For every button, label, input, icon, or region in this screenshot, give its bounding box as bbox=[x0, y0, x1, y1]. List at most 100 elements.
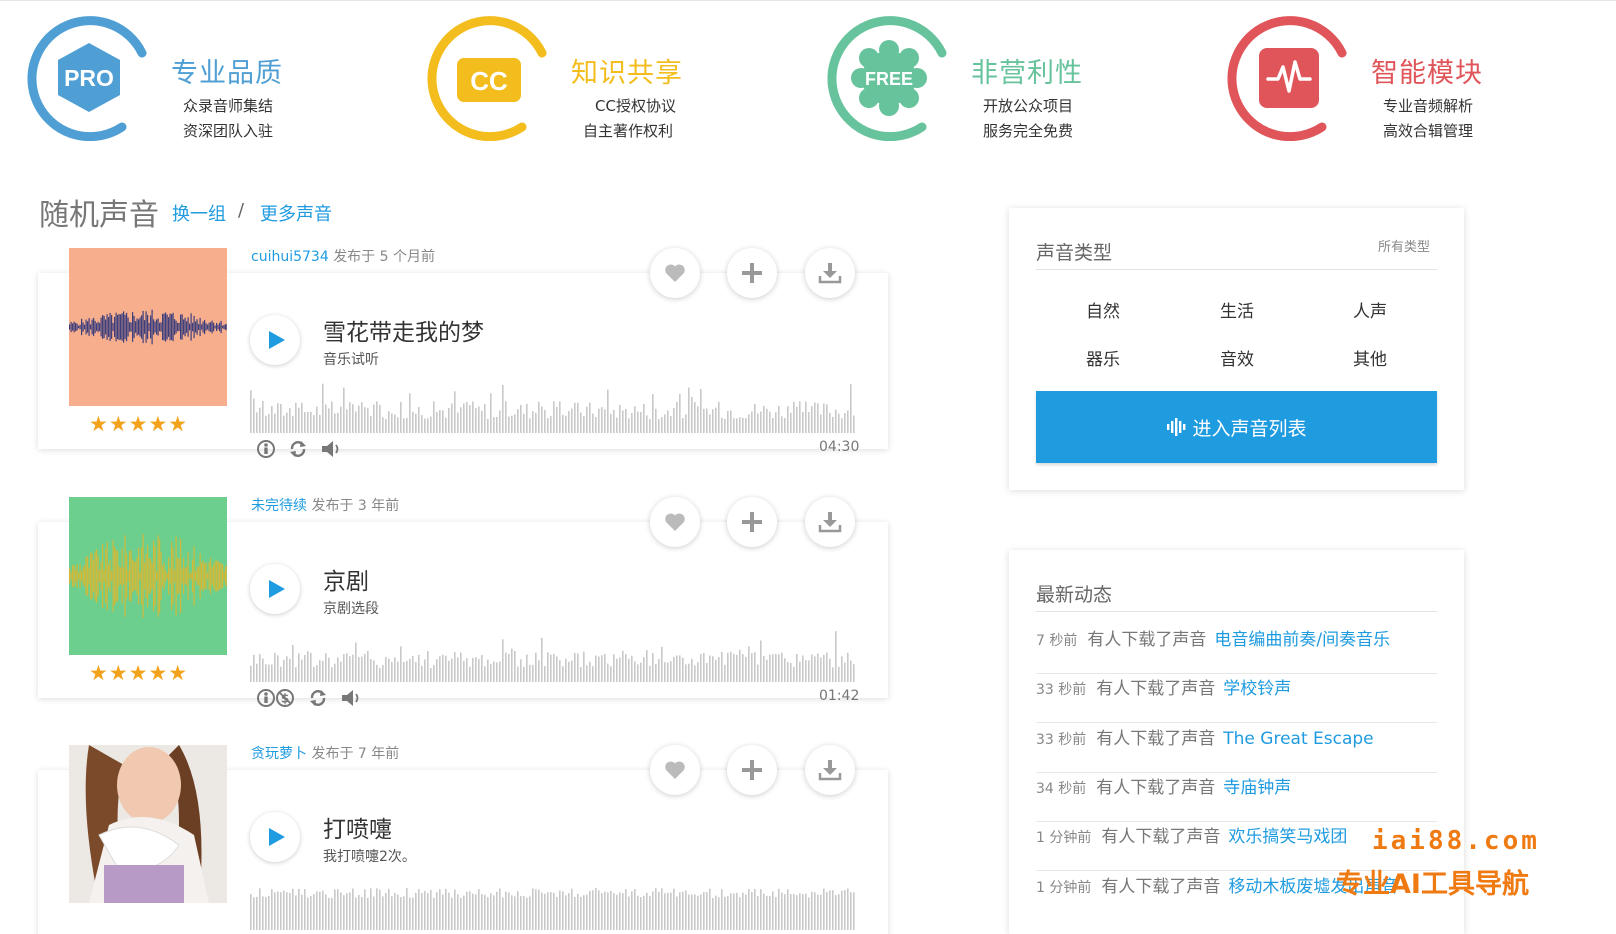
type-sfx[interactable]: 音效 bbox=[1187, 345, 1287, 370]
more-sounds-link[interactable]: 更多声音 bbox=[260, 200, 332, 226]
activity-sound-link[interactable]: 欢乐搞笑马戏团 bbox=[1228, 827, 1347, 847]
type-voice[interactable]: 人声 bbox=[1320, 297, 1420, 322]
type-nature[interactable]: 自然 bbox=[1053, 297, 1153, 322]
activity-message: 有人下载了声音 bbox=[1096, 679, 1216, 699]
type-life[interactable]: 生活 bbox=[1187, 297, 1287, 322]
download-button[interactable] bbox=[805, 248, 855, 298]
author-link[interactable]: 贪玩萝卜 bbox=[251, 746, 307, 762]
heart-icon bbox=[665, 761, 685, 779]
activity-item: 33 秒前 有人下载了声音 学校铃声 bbox=[1036, 674, 1437, 723]
activity-item: 7 秒前 有人下载了声音 电音编曲前奏/间奏音乐 bbox=[1036, 625, 1437, 674]
sound-title[interactable]: 打喷嚏 bbox=[323, 810, 392, 844]
license-by-icon[interactable] bbox=[256, 439, 276, 459]
feature-line: 服务完全免费 bbox=[983, 122, 1074, 140]
enter-sound-list-button[interactable]: 进入声音列表 bbox=[1036, 391, 1437, 463]
download-button[interactable] bbox=[805, 745, 855, 795]
volume-icon[interactable] bbox=[340, 688, 362, 708]
duration: 04:30 bbox=[819, 439, 860, 455]
section-title: 随机声音 bbox=[39, 198, 159, 233]
sound-types-panel: 声音类型 所有类型 自然 生活 人声 器乐 音效 其他 进入声音列表 bbox=[1009, 208, 1464, 490]
feature-title: 专业品质 bbox=[171, 58, 283, 89]
author-link[interactable]: cuihui5734 bbox=[251, 249, 329, 265]
waveform[interactable] bbox=[250, 878, 858, 930]
like-button[interactable] bbox=[650, 248, 700, 298]
add-to-collection-button[interactable] bbox=[727, 745, 777, 795]
feature-line: 资深团队入驻 bbox=[183, 122, 274, 140]
like-button[interactable] bbox=[650, 497, 700, 547]
sneeze-photo-thumbnail[interactable] bbox=[69, 745, 227, 903]
sound-title[interactable]: 雪花带走我的梦 bbox=[323, 313, 484, 347]
activity-time: 33 秒前 bbox=[1036, 732, 1087, 748]
add-to-collection-button[interactable] bbox=[727, 248, 777, 298]
loop-icon[interactable] bbox=[288, 439, 308, 459]
activity-sound-link[interactable]: 电音编曲前奏/间奏音乐 bbox=[1214, 630, 1390, 650]
feature-free: FREE 非营利性 开放公众项目 服务完全免费 bbox=[826, 15, 1226, 145]
add-to-collection-button[interactable] bbox=[727, 497, 777, 547]
download-icon bbox=[818, 760, 842, 781]
sound-thumbnail[interactable] bbox=[69, 497, 227, 655]
waveform[interactable] bbox=[250, 630, 858, 682]
sound-bars-icon bbox=[1167, 418, 1186, 436]
type-instrument[interactable]: 器乐 bbox=[1053, 345, 1153, 370]
feature-pro: PRO 专业品质 众录音师集结 资深团队入驻 bbox=[26, 15, 426, 145]
volume-icon[interactable] bbox=[320, 439, 342, 459]
license-by-nc-icon[interactable]: $ bbox=[256, 688, 296, 708]
enter-button-label: 进入声音列表 bbox=[1192, 417, 1307, 440]
plus-icon bbox=[742, 263, 762, 283]
posted-time: 发布于 7 年前 bbox=[311, 746, 400, 762]
plus-icon bbox=[742, 760, 762, 780]
type-other[interactable]: 其他 bbox=[1320, 345, 1420, 370]
play-button[interactable] bbox=[250, 564, 300, 614]
feature-title: 知识共享 bbox=[571, 58, 683, 89]
activity-time: 33 秒前 bbox=[1036, 682, 1087, 698]
activity-message: 有人下载了声音 bbox=[1087, 630, 1207, 650]
play-icon bbox=[269, 331, 285, 349]
sound-subtitle: 我打喷嚏2次。 bbox=[323, 849, 416, 865]
sound-card: 打喷嚏 我打喷嚏2次。 贪玩萝卜 发布于 7 年前 bbox=[38, 745, 888, 934]
author-link[interactable]: 未完待续 bbox=[251, 498, 307, 514]
feature-line: 专业音频解析 bbox=[1383, 97, 1474, 115]
sound-title[interactable]: 京剧 bbox=[323, 562, 369, 596]
play-icon bbox=[269, 828, 285, 846]
play-button[interactable] bbox=[250, 315, 300, 365]
rating-stars: ★★★★★ bbox=[89, 412, 189, 436]
sound-subtitle: 音乐试听 bbox=[323, 352, 379, 368]
sound-meta: cuihui5734 发布于 5 个月前 bbox=[251, 246, 435, 266]
rating-stars: ★★★★★ bbox=[89, 661, 189, 685]
download-button[interactable] bbox=[805, 497, 855, 547]
activity-item: 34 秒前 有人下载了声音 寺庙钟声 bbox=[1036, 773, 1437, 822]
shuffle-link[interactable]: 换一组 bbox=[172, 200, 226, 226]
download-icon bbox=[818, 512, 842, 533]
feature-line: 众录音师集结 bbox=[183, 97, 274, 115]
pro-badge-icon: PRO bbox=[27, 16, 147, 141]
feature-cc: CC 知识共享 CC授权协议 自主著作权利 bbox=[426, 15, 826, 145]
feature-line: 自主著作权利 bbox=[583, 122, 674, 140]
like-button[interactable] bbox=[650, 745, 700, 795]
all-types-link[interactable]: 所有类型 bbox=[1378, 236, 1430, 255]
sound-subtitle: 京剧选段 bbox=[323, 601, 379, 617]
activity-sound-link[interactable]: The Great Escape bbox=[1223, 729, 1373, 749]
pulse-badge-icon bbox=[1227, 16, 1347, 141]
player-controls: $ bbox=[256, 687, 362, 709]
heart-icon bbox=[665, 264, 685, 282]
sound-card: 雪花带走我的梦 音乐试听 04:30 ★★★★★ cuihui5734 发布于 … bbox=[38, 248, 888, 458]
cc-badge-text: CC bbox=[470, 66, 508, 96]
waveform[interactable] bbox=[250, 381, 858, 433]
plus-icon bbox=[742, 512, 762, 532]
activity-sound-link[interactable]: 学校铃声 bbox=[1223, 679, 1291, 699]
posted-time: 发布于 3 年前 bbox=[311, 498, 400, 514]
activity-item: 33 秒前 有人下载了声音 The Great Escape bbox=[1036, 724, 1437, 773]
feature-line: 高效合辑管理 bbox=[1383, 122, 1474, 140]
loop-icon[interactable] bbox=[308, 688, 328, 708]
activity-message: 有人下载了声音 bbox=[1101, 877, 1221, 897]
sound-meta: 未完待续 发布于 3 年前 bbox=[251, 495, 399, 515]
duration: 01:42 bbox=[819, 688, 860, 704]
cc-badge-icon: CC bbox=[427, 16, 547, 141]
heart-icon bbox=[665, 513, 685, 531]
activity-sound-link[interactable]: 寺庙钟声 bbox=[1223, 778, 1291, 798]
activity-message: 有人下载了声音 bbox=[1101, 827, 1221, 847]
panel-title: 声音类型 bbox=[1036, 242, 1113, 264]
feature-smart: 智能模块 专业音频解析 高效合辑管理 bbox=[1226, 15, 1616, 145]
play-button[interactable] bbox=[250, 812, 300, 862]
sound-thumbnail[interactable] bbox=[69, 248, 227, 406]
